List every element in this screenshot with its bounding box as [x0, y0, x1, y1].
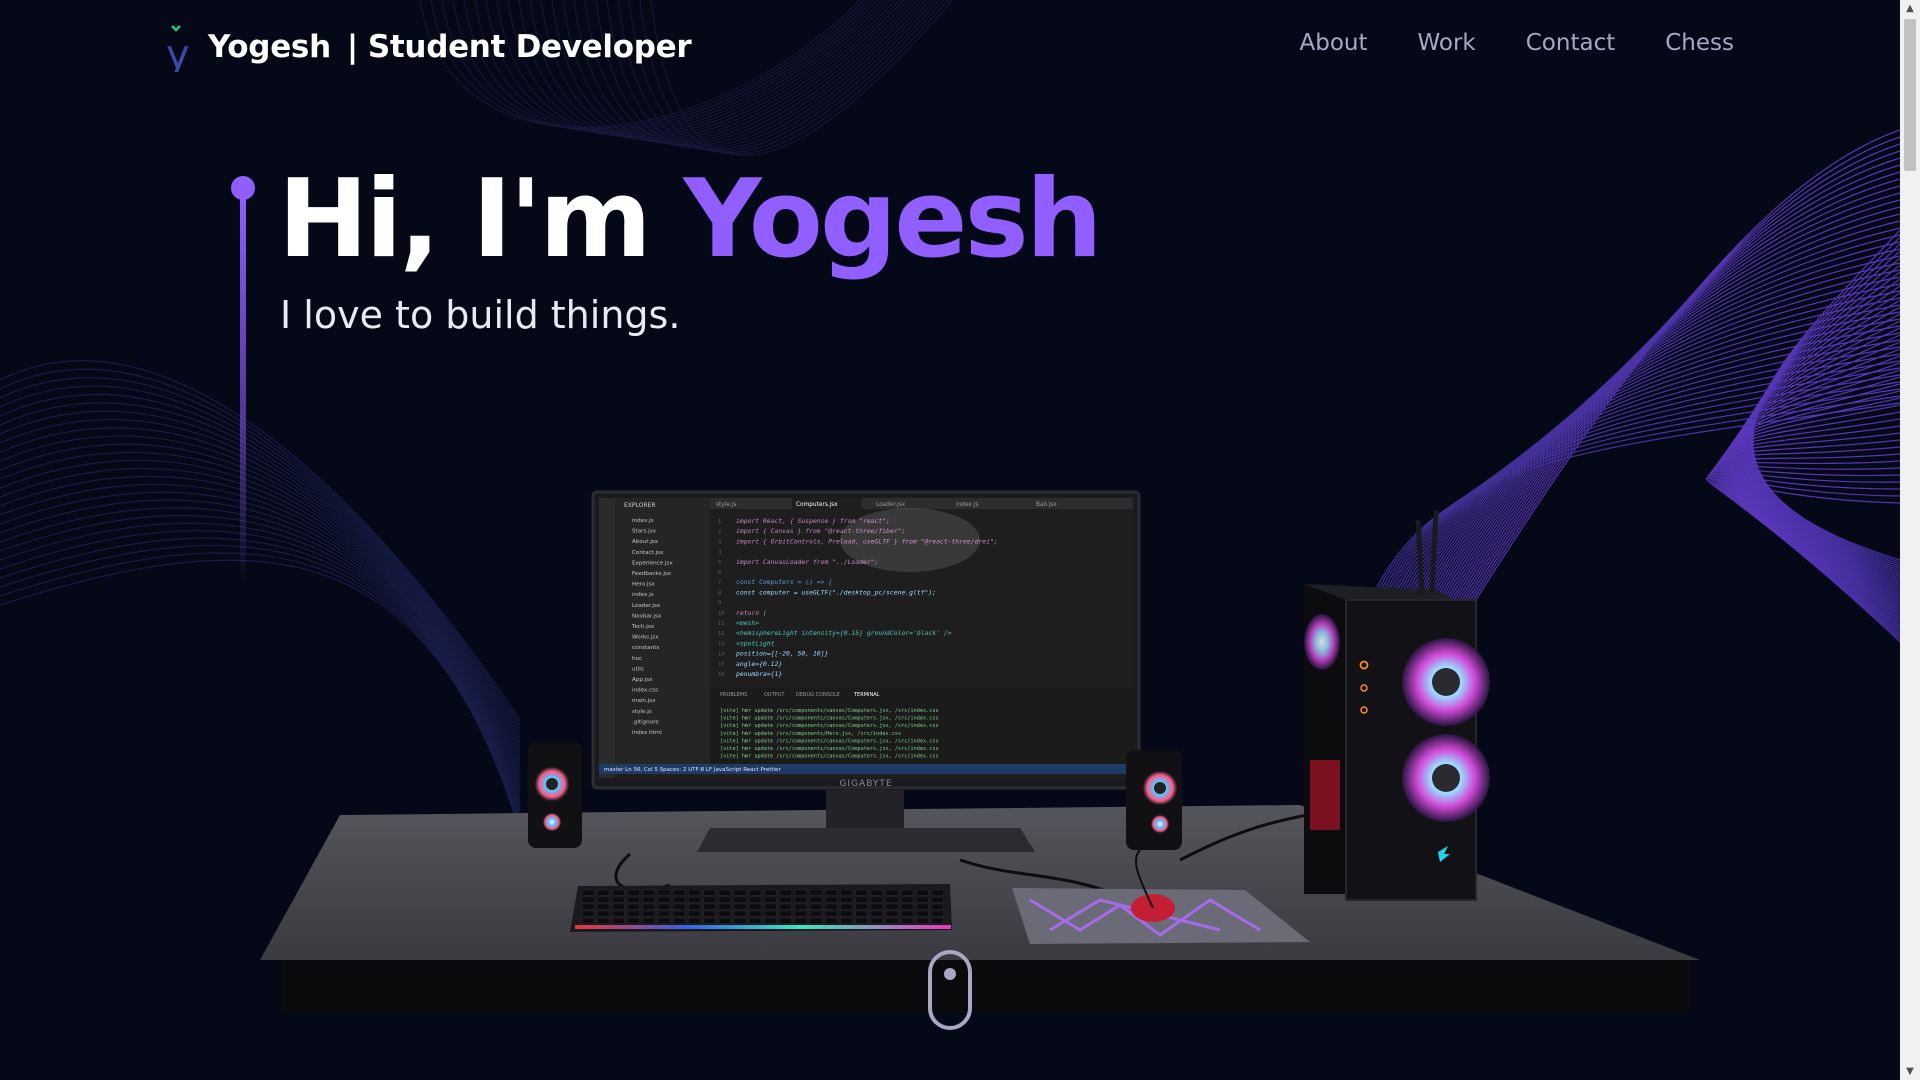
code-line-number: 9: [718, 601, 721, 607]
scroll-down-arrow-icon[interactable]: ▼: [1900, 1063, 1920, 1080]
explorer-file[interactable]: index.js: [632, 518, 654, 524]
explorer-file[interactable]: index.css: [632, 688, 658, 694]
code-line-number: 14: [718, 652, 725, 658]
speaker-left: [528, 742, 582, 848]
scroll-dot: [944, 968, 956, 980]
code-line-number: 11: [718, 621, 725, 627]
editor-tab[interactable]: Ball.jsx: [1036, 502, 1057, 508]
terminal-line: [vite] hmr update /src/components/canvas…: [720, 708, 939, 714]
terminal-line: [vite] hmr update /src/components/Hero.j…: [720, 731, 901, 737]
hero-timeline-line: [240, 196, 246, 586]
explorer-file[interactable]: index.html: [632, 730, 662, 736]
nav-link-about[interactable]: About: [1299, 30, 1367, 56]
terminal-panel-tabs: PROBLEMS OUTPUT DEBUG CONSOLE TERMINAL: [720, 692, 880, 698]
keyboard: [570, 884, 952, 932]
code-line: <mesh>: [736, 619, 759, 627]
brand-name: Yogesh | Student Developer: [208, 29, 692, 65]
editor-explorer-panel: [615, 498, 710, 764]
editor-tab[interactable]: Loader.jsx: [876, 502, 906, 508]
scroll-down-indicator[interactable]: [928, 950, 972, 1030]
nav-link-chess[interactable]: Chess: [1665, 30, 1734, 56]
explorer-file[interactable]: constants: [632, 645, 659, 651]
desktop-pc-3d-canvas[interactable]: EXPLORER index.js Stars.jsx About.jsx Conta…: [260, 460, 1710, 1020]
code-line-number: 10: [718, 611, 725, 617]
scrollbar-thumb[interactable]: [1904, 19, 1916, 171]
explorer-file[interactable]: Tech.jsx: [631, 624, 655, 630]
code-line-number: 5: [718, 560, 721, 566]
nav-links: About Work Contact Chess: [1299, 30, 1734, 56]
code-line: position={[-20, 50, 10]}: [736, 650, 828, 658]
code-line: const computer = useGLTF("./desktop_pc/s…: [736, 588, 936, 596]
explorer-file[interactable]: style.js: [632, 709, 652, 715]
hero-greeting: Hi, I'm: [278, 157, 684, 282]
explorer-file[interactable]: .gitignore: [632, 719, 659, 725]
code-line: angle={0.12}: [736, 660, 782, 668]
editor-tab-bar: [710, 498, 1133, 509]
editor-tab[interactable]: Computers.jsx: [796, 502, 838, 508]
explorer-file[interactable]: index.js: [632, 592, 654, 598]
terminal-line: [vite] hmr update /src/components/canvas…: [720, 723, 939, 729]
monitor-brand: GIGABYTE: [839, 779, 892, 789]
code-line-number: 16: [718, 672, 725, 678]
terminal-line: [vite] hmr update /src/components/canvas…: [720, 746, 939, 752]
explorer-file[interactable]: App.jsx: [632, 677, 653, 683]
explorer-file[interactable]: Experience.jsx: [632, 560, 673, 566]
brand-home-link[interactable]: y Yogesh | Student Developer: [158, 22, 692, 72]
panel-tab[interactable]: TERMINAL: [853, 692, 880, 698]
code-line: const Computers = () => {: [736, 578, 832, 586]
code-line-number: 7: [718, 580, 721, 586]
editor-tab[interactable]: style.js: [716, 502, 736, 508]
code-line-number: 13: [718, 641, 725, 647]
brand-first-name: Yogesh: [208, 29, 331, 65]
explorer-file[interactable]: Loader.jsx: [632, 603, 661, 609]
panel-tab[interactable]: DEBUG CONSOLE: [796, 692, 840, 698]
explorer-file[interactable]: Contact.jsx: [632, 550, 664, 556]
code-line-number: 1: [718, 519, 721, 525]
explorer-file[interactable]: Navbar.jsx: [632, 613, 662, 619]
code-line: <spotLight: [736, 639, 775, 647]
code-line-number: 8: [718, 590, 721, 596]
logo-letter: y: [166, 32, 190, 72]
editor-activity-bar: [599, 498, 615, 778]
explorer-file[interactable]: hoc: [632, 656, 642, 662]
terminal-line: [vite] hmr update /src/components/canvas…: [720, 716, 939, 722]
brand-role: Student Developer: [367, 29, 692, 65]
panel-tab[interactable]: PROBLEMS: [720, 692, 747, 698]
nav-link-contact[interactable]: Contact: [1526, 30, 1615, 56]
hero-subtitle: I love to build things.: [280, 293, 681, 337]
pc-tower: [1304, 509, 1490, 901]
explorer-file[interactable]: utils: [632, 666, 644, 672]
hero-title: Hi, I'm Yogesh: [278, 155, 1103, 285]
hero-name: Yogesh: [683, 157, 1102, 282]
explorer-title: EXPLORER: [624, 502, 656, 509]
code-line: penumbra={1}: [736, 670, 782, 678]
editor-tab[interactable]: index.js: [956, 502, 978, 508]
status-bar-text: master Ln 56, Col 5 Spaces: 2 UTF-8 LF J…: [604, 767, 781, 773]
code-line-number: 6: [718, 570, 721, 576]
explorer-file[interactable]: Stars.jsx: [632, 529, 657, 535]
terminal-line: [vite] hmr update /src/components/canvas…: [720, 754, 939, 760]
code-line-number: 3: [718, 539, 721, 545]
speaker-right: [1126, 750, 1182, 850]
code-line-number: 12: [718, 631, 725, 637]
navbar: y Yogesh | Student Developer About Work Co…: [0, 0, 1900, 95]
explorer-file[interactable]: Works.jsx: [632, 635, 659, 641]
explorer-file[interactable]: About.jsx: [632, 539, 659, 545]
scroll-up-arrow-icon[interactable]: ▲: [1900, 0, 1920, 17]
explorer-file[interactable]: main.jsx: [632, 698, 656, 704]
code-line: <hemisphereLight intensity={0.15} ground…: [736, 629, 952, 637]
explorer-file[interactable]: Feedbacks.jsx: [632, 571, 672, 577]
monitor: EXPLORER index.js Stars.jsx About.jsx Conta…: [591, 490, 1141, 852]
code-line-number: 15: [718, 662, 725, 668]
explorer-file[interactable]: Hero.jsx: [632, 582, 655, 588]
nav-link-work[interactable]: Work: [1418, 30, 1476, 56]
code-line-number: 2: [718, 529, 721, 535]
brand-separator: |: [346, 29, 358, 65]
panel-tab[interactable]: OUTPUT: [764, 692, 785, 698]
logo-icon: y: [166, 25, 190, 72]
code-line: return (: [736, 609, 767, 617]
terminal-line: [vite] hmr update /src/components/canvas…: [720, 738, 939, 744]
page-scrollbar[interactable]: ▲ ▼: [1900, 0, 1920, 1080]
